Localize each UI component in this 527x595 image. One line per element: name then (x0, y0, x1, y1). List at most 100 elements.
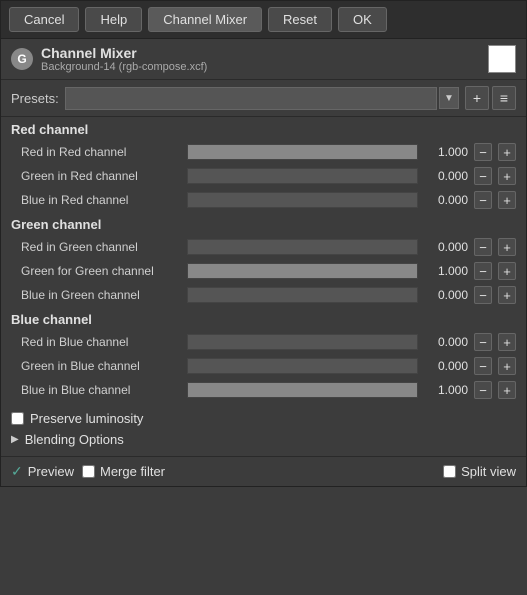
channel-value: 0.000 (424, 288, 468, 302)
ok-button[interactable]: OK (338, 7, 387, 32)
channel-value: 0.000 (424, 335, 468, 349)
channel-slider-fill (188, 383, 417, 397)
channel-row: Green for Green channel 1.000 − + (1, 259, 526, 283)
split-view-label[interactable]: Split view (443, 464, 516, 479)
split-view-label-text: Split view (461, 464, 516, 479)
channel-increase-button[interactable]: + (498, 191, 516, 209)
channel-slider[interactable] (187, 192, 418, 208)
channel-slider[interactable] (187, 239, 418, 255)
channel-row: Red in Green channel 0.000 − + (1, 235, 526, 259)
presets-dropdown-icon[interactable]: ▼ (439, 87, 459, 109)
presets-select[interactable] (65, 87, 437, 110)
channel-decrease-button[interactable]: − (474, 238, 492, 256)
channel-row-label: Blue in Green channel (21, 288, 181, 302)
merge-filter-label[interactable]: Merge filter (82, 464, 165, 479)
channel-row-label: Red in Red channel (21, 145, 181, 159)
help-button[interactable]: Help (85, 7, 142, 32)
merge-filter-checkbox[interactable] (82, 465, 95, 478)
presets-row: Presets: ▼ + ≡ (1, 80, 526, 117)
channel-decrease-button[interactable]: − (474, 191, 492, 209)
channel-slider[interactable] (187, 334, 418, 350)
channel-row: Red in Blue channel 0.000 − + (1, 330, 526, 354)
presets-label: Presets: (11, 91, 59, 106)
channel-decrease-button[interactable]: − (474, 381, 492, 399)
dialog-title: Channel Mixer (41, 45, 488, 61)
channel-value: 0.000 (424, 193, 468, 207)
reset-button[interactable]: Reset (268, 7, 332, 32)
channel-row: Blue in Green channel 0.000 − + (1, 283, 526, 307)
channel-row: Blue in Red channel 0.000 − + (1, 188, 526, 212)
preserve-luminosity-row: Preserve luminosity (11, 408, 516, 429)
channel-slider-fill (188, 264, 417, 278)
channel-increase-button[interactable]: + (498, 286, 516, 304)
channel-slider-fill (188, 145, 417, 159)
preview-label[interactable]: ✓ Preview (11, 463, 74, 480)
blue-channel-label: Blue channel (1, 307, 526, 330)
presets-add-button[interactable]: + (465, 86, 489, 110)
channel-row-label: Green for Green channel (21, 264, 181, 278)
channel-increase-button[interactable]: + (498, 143, 516, 161)
presets-actions: + ≡ (465, 86, 516, 110)
channel-increase-button[interactable]: + (498, 167, 516, 185)
preview-check-icon: ✓ (11, 463, 23, 480)
channel-decrease-button[interactable]: − (474, 143, 492, 161)
channel-slider[interactable] (187, 144, 418, 160)
channel-increase-button[interactable]: + (498, 238, 516, 256)
green-channel-label: Green channel (1, 212, 526, 235)
channel-increase-button[interactable]: + (498, 357, 516, 375)
channel-decrease-button[interactable]: − (474, 357, 492, 375)
red-channel-label: Red channel (1, 117, 526, 140)
channel-row: Red in Red channel 1.000 − + (1, 140, 526, 164)
header-title: Channel Mixer Background-14 (rgb-compose… (41, 45, 488, 73)
channel-row-label: Red in Blue channel (21, 335, 181, 349)
channel-slider[interactable] (187, 287, 418, 303)
footer-right: Split view (443, 464, 516, 479)
blending-options-label: Blending Options (25, 432, 124, 447)
blending-options-row[interactable]: ▶ Blending Options (11, 429, 516, 450)
channel-row: Green in Red channel 0.000 − + (1, 164, 526, 188)
channel-value: 0.000 (424, 359, 468, 373)
channel-row: Blue in Blue channel 1.000 − + (1, 378, 526, 402)
channel-row-label: Red in Green channel (21, 240, 181, 254)
toolbar: Cancel Help Channel Mixer Reset OK (1, 1, 526, 39)
header: G Channel Mixer Background-14 (rgb-compo… (1, 39, 526, 80)
channel-value: 0.000 (424, 240, 468, 254)
blue-channel-rows: Red in Blue channel 0.000 − + Green in B… (1, 330, 526, 402)
channel-slider[interactable] (187, 263, 418, 279)
channel-row-label: Blue in Red channel (21, 193, 181, 207)
channel-slider[interactable] (187, 358, 418, 374)
channel-value: 1.000 (424, 264, 468, 278)
channel-decrease-button[interactable]: − (474, 262, 492, 280)
channel-value: 1.000 (424, 383, 468, 397)
split-view-checkbox[interactable] (443, 465, 456, 478)
app-icon: G (11, 48, 33, 70)
bottom-options: Preserve luminosity ▶ Blending Options (1, 402, 526, 456)
channel-value: 1.000 (424, 145, 468, 159)
channel-slider[interactable] (187, 382, 418, 398)
preserve-luminosity-checkbox[interactable] (11, 412, 24, 425)
dialog-subtitle: Background-14 (rgb-compose.xcf) (41, 61, 488, 73)
channel-mixer-button[interactable]: Channel Mixer (148, 7, 262, 32)
red-channel-rows: Red in Red channel 1.000 − + Green in Re… (1, 140, 526, 212)
channel-row-label: Green in Red channel (21, 169, 181, 183)
channel-increase-button[interactable]: + (498, 381, 516, 399)
cancel-button[interactable]: Cancel (9, 7, 79, 32)
footer-left: ✓ Preview Merge filter (11, 463, 433, 480)
channel-decrease-button[interactable]: − (474, 286, 492, 304)
footer: ✓ Preview Merge filter Split view (1, 456, 526, 486)
preview-label-text: Preview (28, 464, 74, 479)
channel-row-label: Green in Blue channel (21, 359, 181, 373)
presets-menu-button[interactable]: ≡ (492, 86, 516, 110)
merge-filter-label-text: Merge filter (100, 464, 165, 479)
preserve-luminosity-label[interactable]: Preserve luminosity (30, 411, 143, 426)
channel-row: Green in Blue channel 0.000 − + (1, 354, 526, 378)
blending-options-arrow-icon: ▶ (11, 434, 19, 445)
channel-row-label: Blue in Blue channel (21, 383, 181, 397)
green-channel-rows: Red in Green channel 0.000 − + Green for… (1, 235, 526, 307)
channel-slider[interactable] (187, 168, 418, 184)
channel-increase-button[interactable]: + (498, 333, 516, 351)
channel-value: 0.000 (424, 169, 468, 183)
channel-decrease-button[interactable]: − (474, 333, 492, 351)
channel-decrease-button[interactable]: − (474, 167, 492, 185)
channel-increase-button[interactable]: + (498, 262, 516, 280)
